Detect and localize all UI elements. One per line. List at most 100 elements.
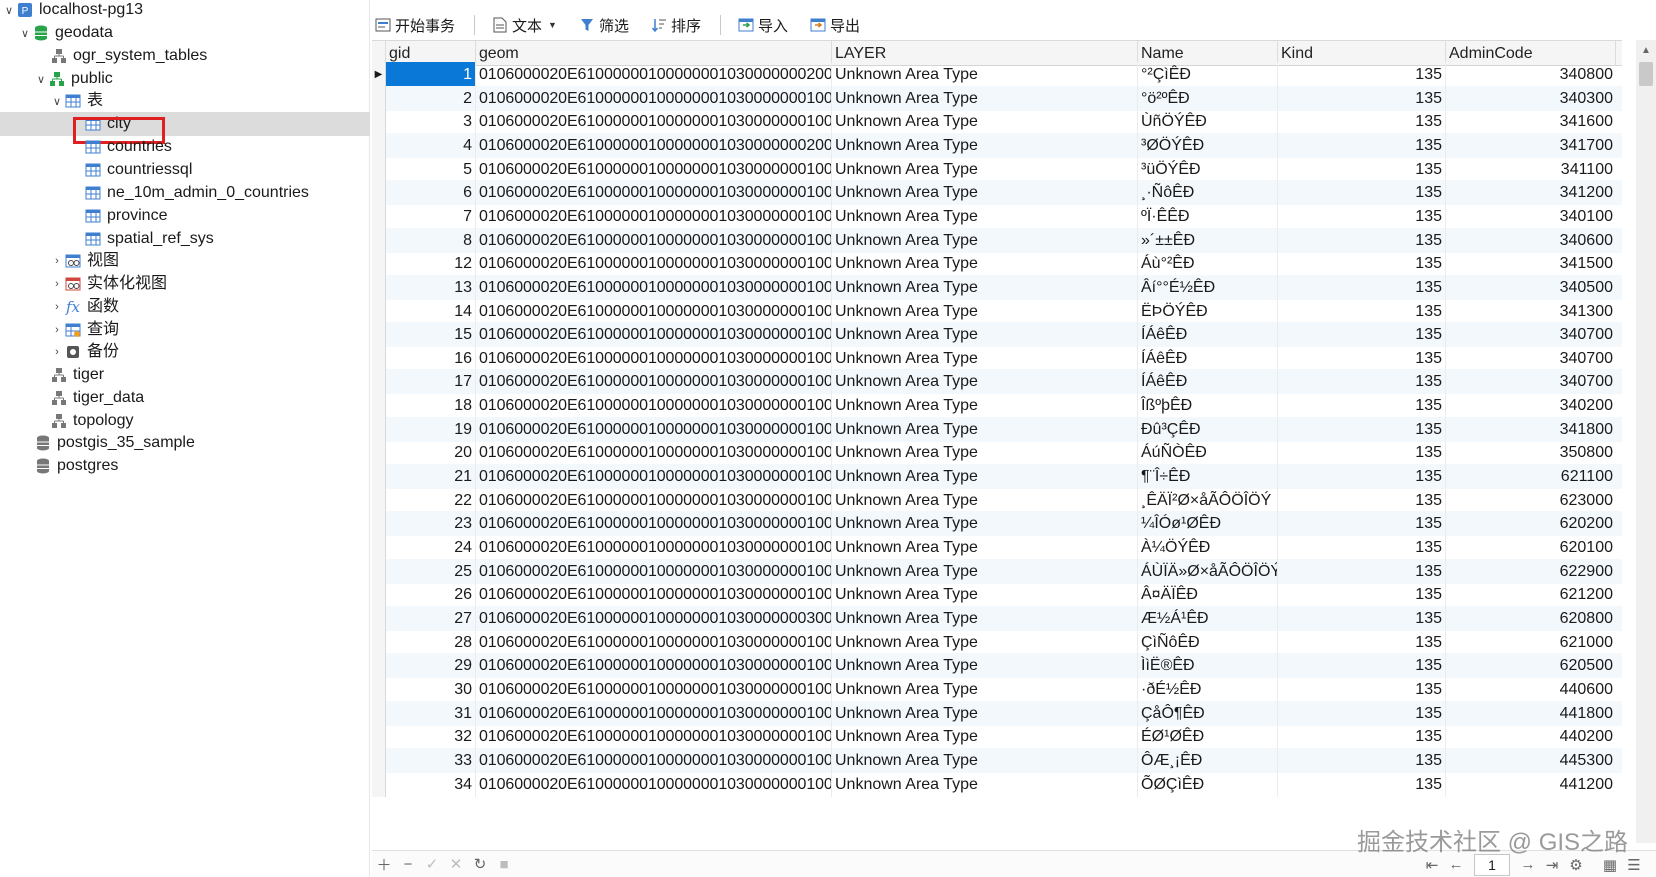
cell-gid[interactable]: 32 — [386, 724, 476, 750]
cell-geom[interactable]: 0106000020E61000000100000001030000000100… — [476, 180, 832, 206]
row-marker[interactable] — [372, 416, 386, 442]
cell-gid[interactable]: 12 — [386, 251, 476, 277]
cell-name[interactable]: ÎßºþÊÐ — [1138, 393, 1278, 419]
cell-gid[interactable]: 16 — [386, 345, 476, 371]
tree-item-backups[interactable]: › 备份 — [0, 340, 370, 364]
cell-geom[interactable]: 0106000020E61000000100000001030000000100… — [476, 582, 832, 608]
chevron-right-icon[interactable]: › — [50, 318, 64, 342]
cell-geom[interactable]: 0106000020E61000000100000001030000000100… — [476, 464, 832, 490]
tree-item-functions[interactable]: › fx 函数 — [0, 295, 370, 319]
row-marker[interactable] — [372, 605, 386, 631]
row-marker[interactable] — [372, 487, 386, 513]
cell-kind[interactable]: 135 — [1278, 747, 1446, 773]
tree-item-tables[interactable]: ∨ 表 — [0, 89, 370, 113]
cell-kind[interactable]: 135 — [1278, 227, 1446, 253]
scrollbar-thumb[interactable] — [1639, 62, 1653, 86]
tree-item-countries[interactable]: countries — [0, 135, 370, 159]
discard-changes-button[interactable]: ✕ — [444, 852, 468, 876]
cell-geom[interactable]: 0106000020E61000000100000001030000000100… — [476, 771, 832, 797]
cell-layer[interactable]: Unknown Area Type — [832, 393, 1138, 419]
cell-gid[interactable]: 5 — [386, 156, 476, 182]
cell-gid[interactable]: 26 — [386, 582, 476, 608]
cell-gid[interactable]: 34 — [386, 771, 476, 797]
cell-layer[interactable]: Unknown Area Type — [832, 676, 1138, 702]
cell-geom[interactable]: 0106000020E61000000100000001030000000100… — [476, 322, 832, 348]
row-marker[interactable] — [372, 369, 386, 395]
cell-geom[interactable]: 0106000020E61000000100000001030000000100… — [476, 156, 832, 182]
cell-gid[interactable]: 8 — [386, 227, 476, 253]
cell-admincode[interactable]: 340700 — [1446, 346, 1616, 371]
row-marker[interactable] — [372, 85, 386, 111]
row-marker[interactable] — [372, 629, 386, 655]
table-row[interactable]: 20 0106000020E610000001000000010300000001… — [372, 440, 1622, 466]
cell-layer[interactable]: Unknown Area Type — [832, 747, 1138, 773]
cell-gid[interactable]: 28 — [386, 629, 476, 655]
table-row[interactable]: 19 0106000020E610000001000000010300000001… — [372, 416, 1622, 442]
table-row[interactable]: 16 0106000020E610000001000000010300000001… — [372, 345, 1622, 371]
cell-layer[interactable]: Unknown Area Type — [832, 156, 1138, 182]
row-marker[interactable] — [372, 700, 386, 726]
cell-admincode[interactable]: 621200 — [1446, 582, 1616, 607]
cell-name[interactable]: ¸ÊÄÏ²Ø×åÃÔÖÎÖÝ — [1138, 487, 1278, 513]
cell-name[interactable]: Í­ÁêÊÐ — [1138, 322, 1278, 348]
table-row[interactable]: 14 0106000020E610000001000000010300000001… — [372, 298, 1622, 324]
cell-gid[interactable]: 22 — [386, 487, 476, 513]
cell-geom[interactable]: 0106000020E61000000100000001030000000100… — [476, 345, 832, 371]
table-row[interactable]: 5 0106000020E6100000010000000103000000010… — [372, 156, 1622, 182]
filter-button[interactable]: 筛选 — [576, 12, 632, 38]
cell-gid[interactable]: 21 — [386, 464, 476, 490]
cell-kind[interactable]: 135 — [1278, 345, 1446, 371]
cell-admincode[interactable]: 350800 — [1446, 440, 1616, 465]
chevron-down-icon[interactable]: ∨ — [2, 0, 16, 22]
cell-layer[interactable]: Unknown Area Type — [832, 227, 1138, 253]
table-row[interactable]: 7 0106000020E6100000010000000103000000010… — [372, 203, 1622, 229]
text-view-button[interactable]: 文本 ▼ — [489, 12, 560, 38]
cell-name[interactable]: Ðû³ÇÊÐ — [1138, 416, 1278, 442]
cell-gid[interactable]: 31 — [386, 700, 476, 726]
cell-name[interactable]: ÔÆ¸¡ÊÐ — [1138, 747, 1278, 773]
table-row[interactable]: 18 0106000020E610000001000000010300000001… — [372, 393, 1622, 419]
table-row[interactable]: 2 0106000020E6100000010000000103000000010… — [372, 85, 1622, 111]
cell-name[interactable]: ¼ÎÓø¹ØÊÐ — [1138, 511, 1278, 537]
cell-kind[interactable]: 135 — [1278, 605, 1446, 631]
cell-name[interactable]: Æ½Á¹ÊÐ — [1138, 605, 1278, 631]
table-row[interactable]: 33 0106000020E610000001000000010300000001… — [372, 747, 1622, 773]
cell-layer[interactable]: Unknown Area Type — [832, 274, 1138, 300]
cell-geom[interactable]: 0106000020E61000000100000001030000000100… — [476, 440, 832, 466]
cell-geom[interactable]: 0106000020E61000000100000001030000000100… — [476, 487, 832, 513]
cell-gid[interactable]: 29 — [386, 653, 476, 679]
cell-admincode[interactable]: 440600 — [1446, 677, 1616, 702]
chevron-right-icon[interactable]: › — [50, 272, 64, 296]
tree-item-ne-10m-admin-0-countries[interactable]: ne_10m_admin_0_countries — [0, 181, 370, 205]
chevron-right-icon[interactable]: › — [50, 249, 64, 273]
chevron-down-icon[interactable]: ∨ — [50, 89, 64, 113]
tree-item-topology[interactable]: topology — [0, 409, 370, 433]
export-button[interactable]: 导出 — [807, 12, 863, 38]
cell-admincode[interactable]: 620500 — [1446, 653, 1616, 678]
cell-geom[interactable]: 0106000020E61000000100000001030000000100… — [476, 109, 832, 135]
table-row[interactable]: 31 0106000020E610000001000000010300000001… — [372, 700, 1622, 726]
cell-geom[interactable]: 0106000020E61000000100000001030000000100… — [476, 676, 832, 702]
cell-name[interactable]: ÌìË®ÊÐ — [1138, 653, 1278, 679]
cell-geom[interactable]: 0106000020E61000000100000001030000000100… — [476, 653, 832, 679]
row-marker[interactable] — [372, 582, 386, 608]
row-marker[interactable] — [372, 535, 386, 560]
row-marker[interactable] — [372, 393, 386, 419]
table-row[interactable]: 27 0106000020E610000001000000010300000003… — [372, 605, 1622, 631]
table-row[interactable]: 23 0106000020E610000001000000010300000001… — [372, 511, 1622, 537]
cell-layer[interactable]: Unknown Area Type — [832, 345, 1138, 371]
table-row[interactable]: 32 0106000020E610000001000000010300000001… — [372, 724, 1622, 750]
cell-gid[interactable]: 13 — [386, 274, 476, 300]
row-marker[interactable] — [372, 251, 386, 277]
cell-name[interactable]: Í­ÁêÊÐ — [1138, 345, 1278, 371]
cell-geom[interactable]: 0106000020E61000000100000001030000000100… — [476, 416, 832, 442]
cell-admincode[interactable]: 341100 — [1446, 157, 1616, 182]
delete-row-button[interactable]: − — [396, 852, 420, 876]
cell-admincode[interactable]: 621100 — [1446, 464, 1616, 489]
cell-layer[interactable]: Unknown Area Type — [832, 558, 1138, 584]
cell-admincode[interactable]: 341300 — [1446, 299, 1616, 324]
cell-geom[interactable]: 0106000020E61000000100000001030000000100… — [476, 629, 832, 655]
cell-admincode[interactable]: 445300 — [1446, 748, 1616, 773]
cell-layer[interactable]: Unknown Area Type — [832, 251, 1138, 277]
table-row[interactable]: ▶ 1 0106000020E610000001000000010300000002… — [372, 62, 1622, 87]
